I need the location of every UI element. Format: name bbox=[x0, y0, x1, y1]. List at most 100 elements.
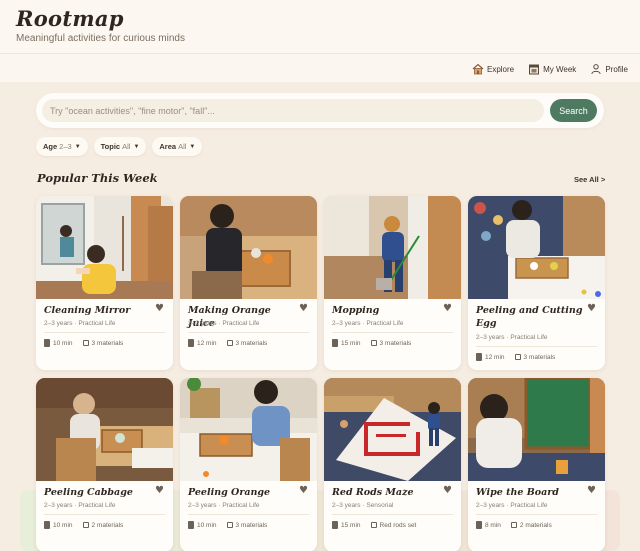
filter-age-name: Age bbox=[43, 142, 58, 151]
brand-title[interactable]: Rootmap bbox=[16, 6, 124, 31]
activity-meta: 2–3 years · Practical Life bbox=[476, 502, 548, 509]
chevron-down-icon: ▼ bbox=[74, 143, 81, 150]
heart-icon[interactable]: ♥ bbox=[299, 485, 308, 496]
nav-my-week-label: My Week bbox=[543, 64, 577, 74]
materials-icon bbox=[370, 340, 377, 346]
filter-area[interactable]: Area All ▼ bbox=[152, 137, 203, 156]
activity-photo bbox=[324, 378, 461, 481]
activity-meta: 2–3 years · Practical Life bbox=[188, 502, 260, 509]
divider bbox=[476, 514, 597, 515]
timer-icon bbox=[188, 521, 194, 529]
filter-topic[interactable]: Topic All ▼ bbox=[93, 137, 147, 156]
activity-title: Red Rods Maze bbox=[332, 487, 414, 498]
activity-stats: 10 min 3 materials bbox=[44, 339, 123, 347]
activity-title: Wipe the Board bbox=[476, 487, 559, 498]
timer-icon bbox=[44, 339, 50, 347]
heart-icon[interactable]: ♥ bbox=[299, 303, 308, 314]
activity-stats: 15 min 3 materials bbox=[332, 339, 411, 347]
activity-time: 15 min bbox=[341, 521, 361, 529]
activity-card[interactable]: Peeling and Cutting Egg ♥ 2–3 years · Pr… bbox=[468, 196, 605, 370]
activity-stats: 12 min 3 materials bbox=[188, 339, 267, 347]
timer-icon bbox=[188, 339, 194, 347]
materials-icon bbox=[82, 340, 89, 346]
materials-icon bbox=[510, 522, 517, 528]
brand-tagline: Meaningful activities for curious minds bbox=[16, 33, 185, 44]
nav-profile[interactable]: Profile bbox=[590, 63, 628, 75]
activity-stats: 10 min 3 materials bbox=[188, 521, 267, 529]
app-header: Rootmap Meaningful activities for curiou… bbox=[0, 0, 640, 54]
activity-time: 12 min bbox=[197, 339, 217, 347]
activity-card[interactable]: Peeling Cabbage ♥ 2–3 years · Practical … bbox=[36, 378, 173, 551]
heart-icon[interactable]: ♥ bbox=[587, 303, 596, 314]
divider bbox=[44, 332, 165, 333]
activity-stats: 15 min Red rods set bbox=[332, 521, 416, 529]
timer-icon bbox=[476, 521, 482, 529]
materials-icon bbox=[370, 522, 377, 528]
activity-time: 10 min bbox=[197, 521, 217, 529]
activity-title: Cleaning Mirror bbox=[44, 305, 131, 316]
activity-card[interactable]: Making Orange Juice ♥ 2–3 years · Practi… bbox=[180, 196, 317, 370]
activity-card[interactable]: Red Rods Maze ♥ 2–3 years · Sensorial 15… bbox=[324, 378, 461, 551]
heart-icon[interactable]: ♥ bbox=[443, 485, 452, 496]
heart-icon[interactable]: ♥ bbox=[587, 485, 596, 496]
heart-icon[interactable]: ♥ bbox=[443, 303, 452, 314]
activity-materials: 2 materials bbox=[91, 521, 124, 529]
activity-photo bbox=[468, 196, 605, 299]
filter-age-value: 2–3 bbox=[59, 142, 72, 151]
activity-time: 12 min bbox=[485, 353, 505, 361]
timer-icon bbox=[332, 521, 338, 529]
divider bbox=[188, 514, 309, 515]
activity-materials: 3 materials bbox=[235, 339, 268, 347]
activity-photo bbox=[36, 196, 173, 299]
nav-explore-label: Explore bbox=[486, 64, 515, 74]
chevron-down-icon: ▼ bbox=[133, 143, 140, 150]
activity-meta: 2–3 years · Sensorial bbox=[332, 502, 394, 509]
activity-card[interactable]: Wipe the Board ♥ 2–3 years · Practical L… bbox=[468, 378, 605, 551]
person-icon bbox=[591, 64, 602, 75]
search-bar: Search bbox=[36, 93, 604, 128]
activity-materials: 3 materials bbox=[91, 339, 124, 347]
search-input[interactable] bbox=[42, 99, 544, 122]
materials-icon bbox=[514, 354, 521, 360]
see-all-link[interactable]: See All > bbox=[574, 175, 605, 184]
divider bbox=[188, 332, 309, 333]
activity-photo bbox=[468, 378, 605, 481]
top-nav: Explore My Week Profile bbox=[472, 63, 628, 75]
activity-time: 15 min bbox=[341, 339, 361, 347]
activity-photo bbox=[324, 196, 461, 299]
activity-title: Mopping bbox=[332, 305, 380, 316]
activity-time: 10 min bbox=[53, 339, 73, 347]
nav-explore[interactable]: Explore bbox=[472, 63, 514, 75]
heart-icon[interactable]: ♥ bbox=[155, 485, 164, 496]
activity-title: Peeling and Cutting Egg bbox=[476, 305, 583, 329]
materials-icon bbox=[226, 522, 233, 528]
activity-materials: 3 materials bbox=[235, 521, 268, 529]
heart-icon[interactable]: ♥ bbox=[155, 303, 164, 314]
activity-time: 8 min bbox=[485, 521, 501, 529]
filter-age[interactable]: Age 2–3 ▼ bbox=[36, 137, 88, 156]
materials-icon bbox=[82, 522, 89, 528]
activity-title: Peeling Cabbage bbox=[44, 487, 133, 498]
activity-meta: 2–3 years · Practical Life bbox=[332, 320, 404, 327]
activity-card[interactable]: Peeling Orange ♥ 2–3 years · Practical L… bbox=[180, 378, 317, 551]
activity-materials: Red rods set bbox=[379, 521, 417, 529]
activity-meta: 2–3 years · Practical Life bbox=[476, 334, 548, 341]
activity-card[interactable]: Cleaning Mirror ♥ 2–3 years · Practical … bbox=[36, 196, 173, 370]
nav-my-week[interactable]: My Week bbox=[528, 63, 576, 75]
filter-topic-name: Topic bbox=[100, 142, 121, 151]
filter-area-value: All bbox=[178, 142, 187, 151]
search-button[interactable]: Search bbox=[550, 99, 597, 122]
activity-materials: 3 materials bbox=[523, 353, 556, 361]
timer-icon bbox=[44, 521, 50, 529]
house-icon bbox=[472, 63, 484, 75]
filter-area-name: Area bbox=[159, 142, 177, 151]
chevron-down-icon: ▼ bbox=[189, 143, 196, 150]
divider bbox=[332, 332, 453, 333]
materials-icon bbox=[226, 340, 233, 346]
activity-stats: 12 min 3 materials bbox=[476, 353, 555, 361]
divider bbox=[332, 514, 453, 515]
activity-time: 10 min bbox=[53, 521, 73, 529]
activity-card[interactable]: Mopping ♥ 2–3 years · Practical Life 15 … bbox=[324, 196, 461, 370]
divider bbox=[44, 514, 165, 515]
nav-profile-label: Profile bbox=[605, 64, 628, 74]
